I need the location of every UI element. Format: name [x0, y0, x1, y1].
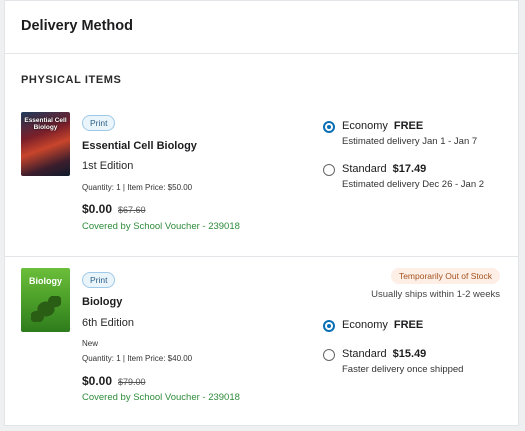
cart-item-biology: Biology Print Biology 6th Edition New Qu… — [5, 258, 518, 427]
price-row: $0.00 $79.00 — [82, 374, 146, 388]
original-price: $67.60 — [118, 205, 146, 215]
radio-selected[interactable] — [323, 320, 335, 332]
quantity-price: Quantity: 1 | Item Price: $50.00 — [82, 183, 193, 192]
option-label: Standard $15.49 — [342, 348, 426, 360]
final-price: $0.00 — [82, 374, 113, 388]
option-name: Economy — [342, 120, 388, 132]
option-price: $17.49 — [392, 163, 427, 175]
option-name: Standard — [342, 163, 387, 175]
book-cover-image: Essential Cell Biology — [21, 112, 70, 176]
option-label: Economy FREE — [342, 120, 423, 132]
option-name: Economy — [342, 319, 388, 331]
shipping-time-note: Usually ships within 1-2 weeks — [371, 289, 500, 300]
radio-selected[interactable] — [323, 121, 335, 133]
book-title: Essential Cell Biology — [82, 140, 197, 152]
option-price: FREE — [393, 319, 424, 331]
section-title: PHYSICAL ITEMS — [21, 74, 122, 86]
original-price: $79.00 — [118, 377, 146, 387]
format-badge: Print — [82, 272, 116, 288]
card-header: Delivery Method — [5, 1, 518, 54]
book-title: Biology — [82, 296, 123, 308]
final-price: $0.00 — [82, 202, 113, 216]
out-of-stock-badge: Temporarily Out of Stock — [390, 268, 500, 284]
radio-unselected[interactable] — [323, 164, 335, 176]
option-estimate: Estimated delivery Jan 1 - Jan 7 — [342, 136, 478, 147]
book-edition: 1st Edition — [82, 160, 134, 172]
option-price: $15.49 — [392, 348, 427, 360]
delivery-method-card: Delivery Method PHYSICAL ITEMS Essential… — [4, 0, 519, 426]
quantity-price: Quantity: 1 | Item Price: $40.00 — [82, 354, 193, 363]
frog-illustration — [31, 296, 61, 322]
option-label: Economy FREE — [342, 319, 423, 331]
voucher-note: Covered by School Voucher - 239018 — [82, 221, 240, 232]
book-condition: New — [82, 339, 99, 348]
book-cover-title: Essential Cell Biology — [24, 117, 67, 131]
page-title: Delivery Method — [21, 18, 133, 34]
format-badge: Print — [82, 115, 116, 131]
book-cover-image: Biology — [21, 268, 70, 332]
book-cover-title: Biology — [29, 276, 62, 286]
cart-item-essential-cell-biology: Essential Cell Biology Print Essential C… — [5, 111, 518, 257]
voucher-note: Covered by School Voucher - 239018 — [82, 392, 240, 403]
price-row: $0.00 $67.60 — [82, 202, 146, 216]
radio-unselected[interactable] — [323, 349, 335, 361]
option-estimate: Faster delivery once shipped — [342, 364, 464, 375]
book-edition: 6th Edition — [82, 317, 134, 329]
option-estimate: Estimated delivery Dec 26 - Jan 2 — [342, 179, 485, 190]
option-price: FREE — [393, 120, 424, 132]
option-label: Standard $17.49 — [342, 163, 426, 175]
option-name: Standard — [342, 348, 387, 360]
